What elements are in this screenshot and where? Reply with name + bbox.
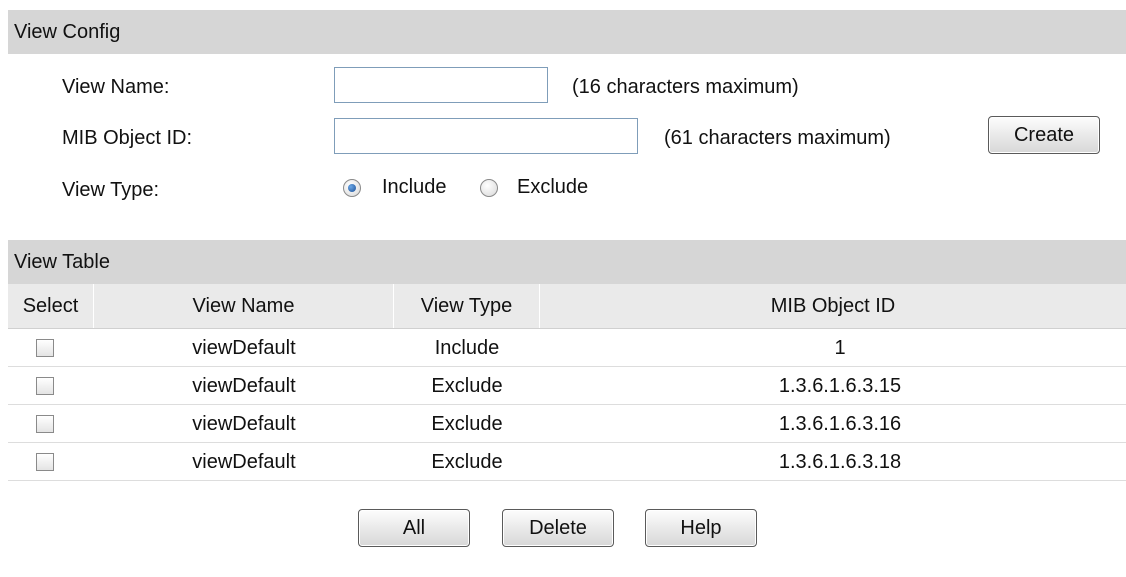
row-view-type: Exclude	[431, 375, 503, 397]
view-config-title: View Config	[14, 21, 121, 43]
view-table-title: View Table	[14, 251, 110, 273]
view-type-exclude-label: Exclude	[517, 176, 589, 198]
row-view-type: Include	[434, 337, 500, 359]
row-view-type: Exclude	[431, 413, 503, 435]
table-row: viewDefault Exclude 1.3.6.1.6.3.15	[8, 367, 1126, 405]
table-row: viewDefault Exclude 1.3.6.1.6.3.16	[8, 405, 1126, 443]
row-mib-object-id: 1.3.6.1.6.3.16	[778, 413, 902, 435]
delete-button[interactable]: Delete	[502, 509, 614, 547]
view-name-hint: (16 characters maximum)	[572, 76, 799, 98]
view-config-header: View Config	[8, 10, 1126, 54]
row-view-name: viewDefault	[192, 413, 296, 435]
row-select-checkbox[interactable]	[36, 377, 54, 395]
view-type-include-label: Include	[382, 176, 447, 198]
row-mib-object-id: 1.3.6.1.6.3.18	[778, 451, 902, 473]
select-all-button[interactable]: All	[358, 509, 470, 547]
create-button[interactable]: Create	[988, 116, 1100, 154]
row-select-checkbox[interactable]	[36, 415, 54, 433]
help-button[interactable]: Help	[645, 509, 757, 547]
row-view-type: Exclude	[431, 451, 503, 473]
column-header-view-type: View Type	[394, 284, 540, 328]
view-type-exclude-radio[interactable]	[480, 179, 498, 197]
row-view-name: viewDefault	[192, 375, 296, 397]
row-select-checkbox[interactable]	[36, 339, 54, 357]
view-type-label: View Type:	[62, 179, 160, 201]
table-row: viewDefault Exclude 1.3.6.1.6.3.18	[8, 443, 1126, 481]
view-name-label: View Name:	[62, 76, 170, 98]
column-header-select: Select	[8, 284, 94, 328]
row-view-name: viewDefault	[192, 451, 296, 473]
view-name-input[interactable]	[334, 67, 548, 103]
view-table-header: View Table	[8, 240, 1126, 284]
mib-object-id-input[interactable]	[334, 118, 638, 154]
mib-object-id-label: MIB Object ID:	[62, 127, 193, 149]
table-header-row: Select View Name View Type MIB Object ID	[8, 284, 1126, 329]
row-select-checkbox[interactable]	[36, 453, 54, 471]
table-row: viewDefault Include 1	[8, 329, 1126, 367]
row-mib-object-id: 1.3.6.1.6.3.15	[778, 375, 902, 397]
row-mib-object-id: 1	[834, 337, 846, 359]
column-header-mib-object-id: MIB Object ID	[770, 295, 896, 317]
view-type-include-radio[interactable]	[343, 179, 361, 197]
row-view-name: viewDefault	[192, 337, 296, 359]
mib-object-id-hint: (61 characters maximum)	[664, 127, 891, 149]
column-header-view-name: View Name	[94, 284, 394, 328]
